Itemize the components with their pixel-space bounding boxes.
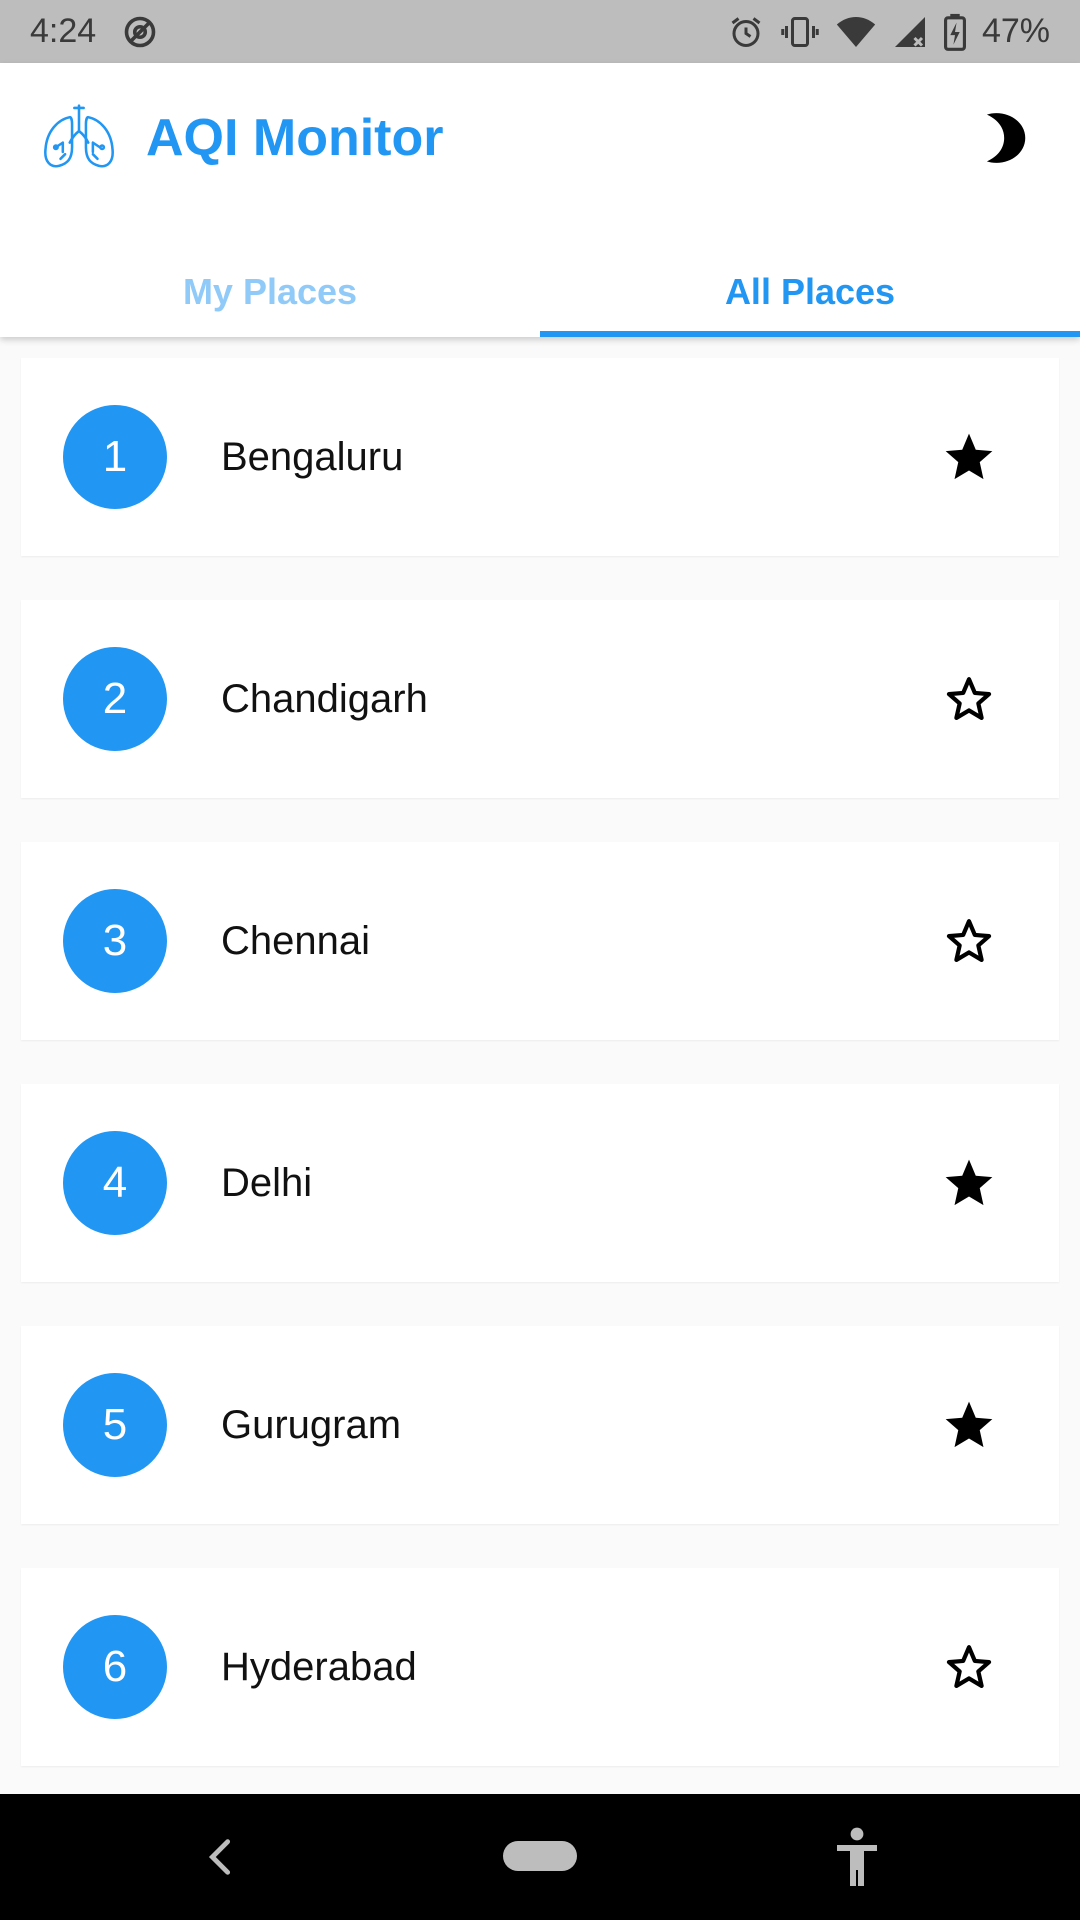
rank-badge: 6	[63, 1615, 167, 1719]
tab-label: My Places	[182, 271, 358, 312]
city-name: Gurugram	[221, 1402, 402, 1447]
rank-badge: 4	[63, 1131, 167, 1235]
app-title: AQI Monitor	[146, 109, 444, 167]
star-filled-icon[interactable]	[941, 1397, 997, 1453]
lungs-icon	[42, 101, 116, 175]
battery-charging-icon	[943, 13, 966, 51]
city-name: Hyderabad	[221, 1644, 417, 1689]
tab-all-places[interactable]: All Places	[540, 263, 1080, 337]
rank-badge: 2	[63, 647, 167, 751]
app-bar: AQI Monitor My Places All Places	[0, 63, 1080, 337]
rank-badge: 5	[63, 1373, 167, 1477]
status-time: 4:24	[30, 12, 97, 50]
star-filled-icon[interactable]	[941, 429, 997, 485]
places-list: 1 Bengaluru 2 Chandigarh 3 Chennai 4 Del…	[0, 337, 1080, 1794]
rank-badge: 1	[63, 405, 167, 509]
city-name: Chennai	[221, 918, 371, 963]
rank-badge: 3	[63, 889, 167, 993]
tab-label: All Places	[724, 271, 896, 312]
star-outline-icon[interactable]	[941, 1639, 997, 1695]
list-item[interactable]: 6 Hyderabad	[21, 1568, 1059, 1766]
signal-icon	[892, 14, 928, 50]
city-name: Chandigarh	[221, 676, 428, 721]
list-item[interactable]: 3 Chennai	[21, 842, 1059, 1040]
list-item[interactable]: 1 Bengaluru	[21, 358, 1059, 556]
star-outline-icon[interactable]	[941, 671, 997, 727]
moon-icon[interactable]	[978, 108, 1038, 168]
tab-bar: My Places All Places	[0, 263, 1080, 337]
accessibility-icon[interactable]	[835, 1826, 879, 1888]
title-row: AQI Monitor	[0, 63, 1080, 213]
system-nav-bar	[0, 1794, 1080, 1920]
list-item[interactable]: 4 Delhi	[21, 1084, 1059, 1282]
star-filled-icon[interactable]	[941, 1155, 997, 1211]
city-name: Delhi	[221, 1160, 313, 1205]
wifi-icon	[836, 14, 876, 50]
list-item[interactable]: 5 Gurugram	[21, 1326, 1059, 1524]
at-sign-icon	[122, 14, 158, 50]
home-pill-icon[interactable]	[503, 1841, 577, 1871]
battery-percent: 47%	[981, 12, 1050, 50]
tab-my-places[interactable]: My Places	[0, 263, 540, 337]
star-outline-icon[interactable]	[941, 913, 997, 969]
vibrate-icon	[780, 14, 820, 50]
alarm-icon	[728, 14, 764, 50]
list-item[interactable]: 2 Chandigarh	[21, 600, 1059, 798]
city-name: Bengaluru	[221, 434, 404, 479]
back-icon[interactable]	[206, 1834, 234, 1880]
status-bar: 4:24 47%	[0, 0, 1080, 63]
